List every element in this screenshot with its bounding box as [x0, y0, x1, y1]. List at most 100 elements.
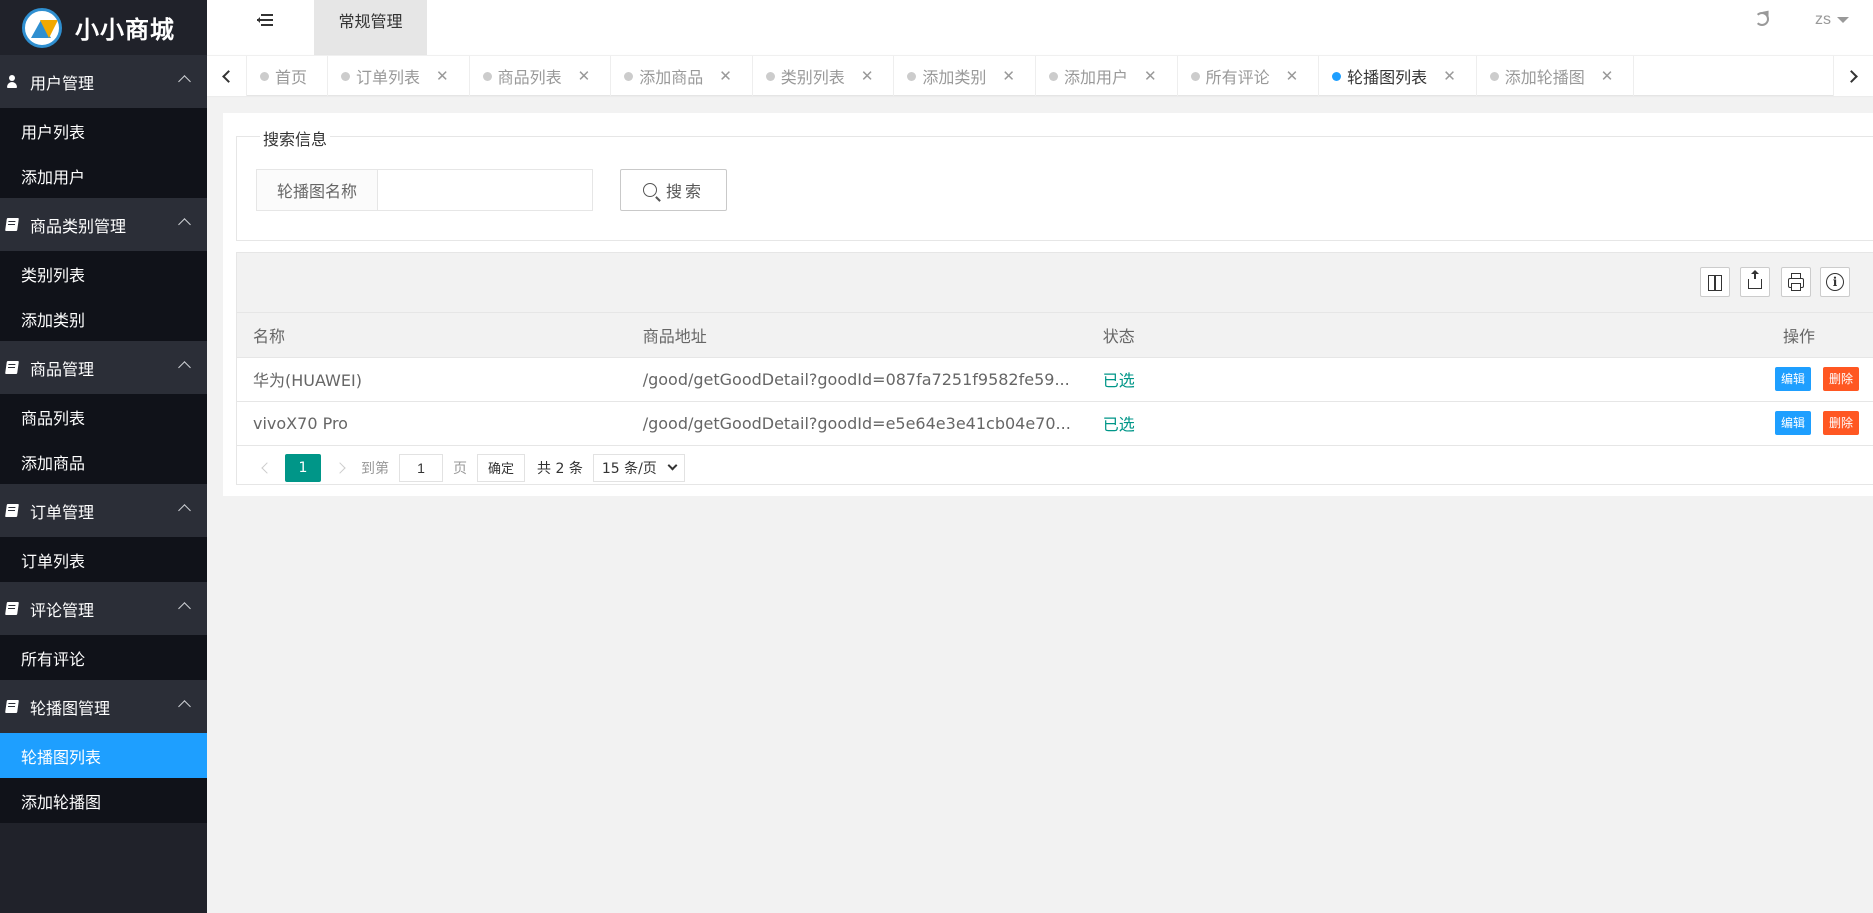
sidebar-item-add-category[interactable]: 添加类别 [0, 296, 207, 341]
tab-dot-icon [1332, 72, 1342, 81]
total-count: 共 2 条 [537, 460, 583, 477]
sidebar-group-header[interactable]: 评论管理 [0, 582, 207, 635]
sidebar-item-category-list[interactable]: 类别列表 [0, 251, 207, 296]
tab-add-category[interactable]: 添加类别 ✕ [894, 56, 1036, 96]
tab-add-goods[interactable]: 添加商品 ✕ [611, 56, 753, 96]
sidebar-group-header[interactable]: 商品管理 [0, 341, 207, 394]
sidebar-group-header[interactable]: 用户管理 [0, 55, 207, 108]
sidebar-group-header[interactable]: 轮播图管理 [0, 680, 207, 733]
sidebar-item-add-goods[interactable]: 添加商品 [0, 439, 207, 484]
sidebar-item-user-list[interactable]: 用户列表 [0, 108, 207, 153]
app-title: 小小商城 [75, 16, 175, 44]
next-page-button[interactable] [329, 456, 353, 480]
sidebar-group-banner: 轮播图管理 轮播图列表 添加轮播图 [0, 680, 207, 823]
user-menu[interactable]: zs [1815, 11, 1849, 29]
sidebar-item-banner-list[interactable]: 轮播图列表 [0, 733, 207, 778]
user-icon [6, 75, 18, 88]
menu-toggle-icon[interactable] [257, 14, 273, 28]
sidebar-item-goods-list[interactable]: 商品列表 [0, 394, 207, 439]
chevron-up-icon [178, 504, 191, 517]
pagination: 1 到第 页 确定 共 2 条 15 条/页 [237, 446, 1873, 490]
logo[interactable]: 小小商城 [0, 0, 207, 55]
search-button[interactable]: 搜索 [620, 169, 727, 211]
book-icon [5, 700, 19, 713]
tabs-bar: 首页 订单列表 ✕ 商品列表 ✕ 添加商品 ✕ 类别列表 ✕ 添加类别 ✕ 添加用户 ✕ 所… [207, 55, 1873, 96]
sidebar-item-add-banner[interactable]: 添加轮播图 [0, 778, 207, 823]
main-content: 搜索信息 轮播图名称 搜索 i 名称 商品地址 状态 操作 华为(HUAWEI)… [223, 113, 1873, 496]
tabs-scroll-right-button[interactable] [1833, 56, 1873, 96]
tab-dot-icon [1190, 72, 1200, 81]
book-icon [5, 218, 19, 231]
delete-button[interactable]: 删除 [1822, 411, 1859, 435]
close-icon[interactable]: ✕ [1601, 67, 1614, 85]
close-icon[interactable]: ✕ [1002, 67, 1015, 85]
sidebar-item-add-user[interactable]: 添加用户 [0, 153, 207, 198]
sidebar-group-header[interactable]: 订单管理 [0, 484, 207, 537]
edit-button[interactable]: 编辑 [1774, 411, 1811, 435]
export-button[interactable] [1740, 267, 1770, 297]
sidebar-item-order-list[interactable]: 订单列表 [0, 537, 207, 582]
tab-order-list[interactable]: 订单列表 ✕ [328, 56, 470, 96]
tab-all-comments[interactable]: 所有评论 ✕ [1178, 56, 1320, 96]
tab-dot-icon [482, 72, 492, 81]
info-icon: i [1826, 273, 1844, 291]
sidebar-group-category: 商品类别管理 类别列表 添加类别 [0, 198, 207, 341]
table-row[interactable]: 华为(HUAWEI) /good/getGoodDetail?goodId=08… [237, 357, 1873, 402]
tab-add-banner[interactable]: 添加轮播图 ✕ [1477, 56, 1635, 96]
tab-goods-list[interactable]: 商品列表 ✕ [470, 56, 612, 96]
delete-button[interactable]: 删除 [1822, 367, 1859, 391]
banner-name-input[interactable] [377, 169, 593, 211]
chevron-left-icon [260, 461, 273, 474]
close-icon[interactable]: ✕ [578, 67, 591, 85]
search-legend: 搜索信息 [260, 126, 331, 150]
tabs-scroll-left-button[interactable] [207, 56, 247, 96]
goto-confirm-button[interactable]: 确定 [477, 453, 526, 482]
close-icon[interactable]: ✕ [1144, 67, 1157, 85]
sidebar-group-comment: 评论管理 所有评论 [0, 582, 207, 680]
tab-category-list[interactable]: 类别列表 ✕ [753, 56, 895, 96]
sidebar-group-header[interactable]: 商品类别管理 [0, 198, 207, 251]
tab-banner-list[interactable]: 轮播图列表 ✕ [1319, 56, 1477, 96]
table-row[interactable]: vivoX70 Pro /good/getGoodDetail?goodId=e… [237, 401, 1873, 446]
cell-name: 华为(HUAWEI) [237, 357, 627, 402]
goto-suffix: 页 [453, 460, 467, 477]
edit-button[interactable]: 编辑 [1774, 367, 1811, 391]
close-icon[interactable]: ✕ [436, 67, 449, 85]
cell-actions: 编辑 删除 [1599, 357, 1873, 402]
cell-actions: 编辑 删除 [1599, 401, 1873, 446]
column-header-status[interactable]: 状态 [1086, 313, 1600, 358]
book-icon [5, 602, 19, 615]
print-button[interactable] [1781, 267, 1811, 297]
info-button[interactable]: i [1820, 267, 1850, 297]
tab-dot-icon [341, 72, 351, 81]
sidebar-group-order: 订单管理 订单列表 [0, 484, 207, 582]
header-tab-general[interactable]: 常规管理 [314, 0, 427, 55]
cell-status: 已选 [1086, 401, 1600, 446]
column-filter-button[interactable] [1700, 267, 1730, 297]
print-icon [1788, 273, 1804, 291]
book-icon [5, 361, 19, 374]
close-icon[interactable]: ✕ [719, 67, 732, 85]
top-header: 常规管理 zs [207, 0, 1873, 55]
close-icon[interactable]: ✕ [1286, 67, 1299, 85]
chevron-up-icon [178, 75, 191, 88]
column-header-url[interactable]: 商品地址 [626, 313, 1087, 358]
close-icon[interactable]: ✕ [1443, 67, 1456, 85]
cell-status: 已选 [1086, 357, 1600, 402]
page-size-select[interactable]: 15 条/页 [592, 453, 685, 482]
tab-add-user[interactable]: 添加用户 ✕ [1036, 56, 1178, 96]
prev-page-button[interactable] [253, 456, 277, 480]
chevron-down-icon [667, 460, 678, 471]
current-page[interactable]: 1 [285, 453, 321, 482]
table-toolbar: i [237, 253, 1873, 313]
chevron-left-icon [222, 69, 235, 83]
sidebar-item-all-comments[interactable]: 所有评论 [0, 635, 207, 680]
close-icon[interactable]: ✕ [861, 67, 874, 85]
goto-page-input[interactable] [399, 453, 443, 482]
column-header-name[interactable]: 名称 [237, 313, 627, 358]
tabs: 首页 订单列表 ✕ 商品列表 ✕ 添加商品 ✕ 类别列表 ✕ 添加类别 ✕ 添加用户 ✕ 所… [247, 56, 1635, 96]
caret-down-icon [1837, 17, 1849, 23]
column-header-actions: 操作 [1599, 313, 1873, 358]
refresh-icon[interactable] [1755, 12, 1769, 26]
tab-home[interactable]: 首页 [247, 56, 329, 96]
